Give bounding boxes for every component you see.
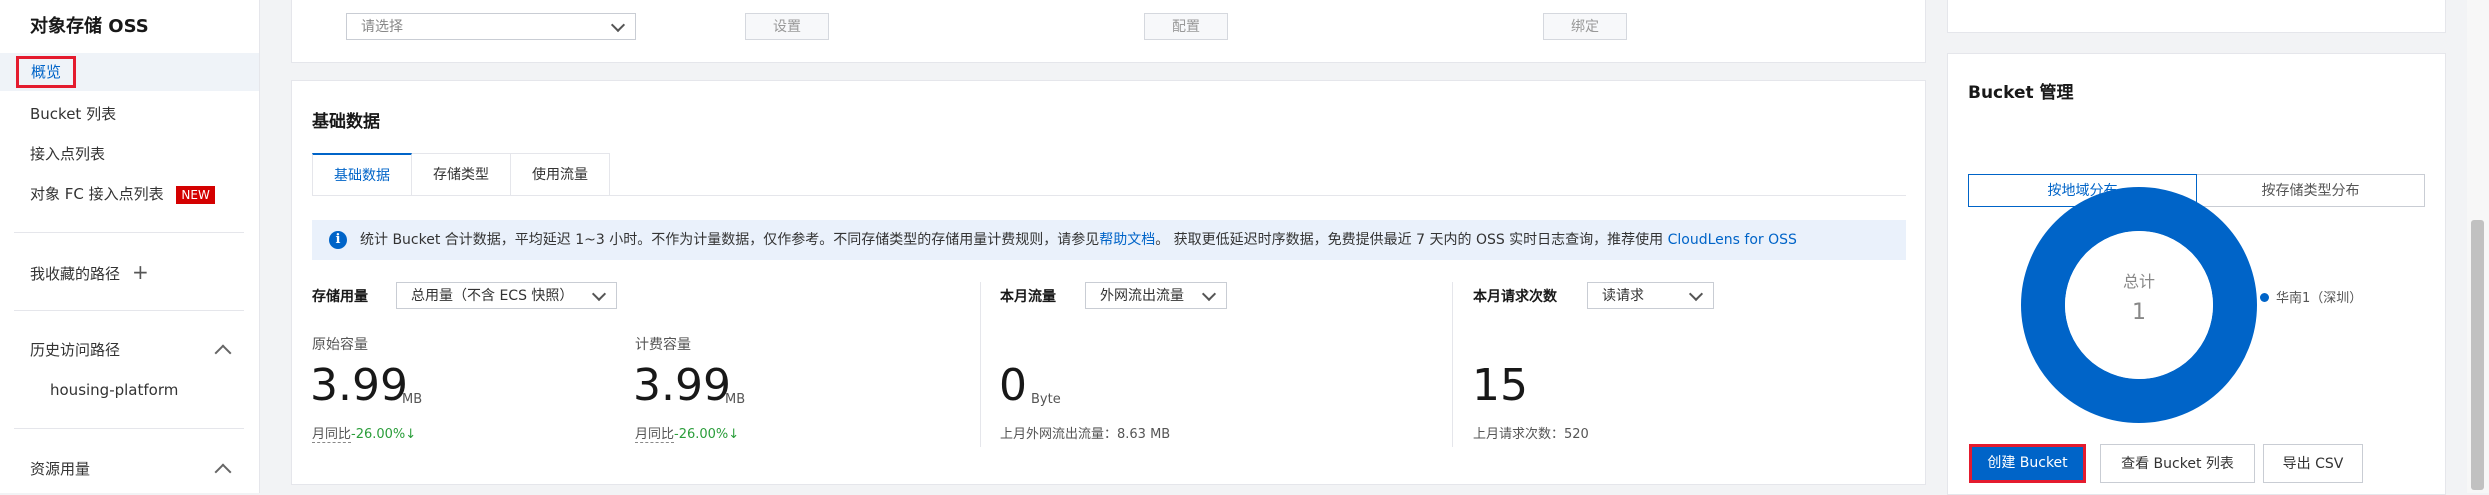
plus-icon[interactable]: +: [132, 260, 149, 284]
billing-capacity-value: 3.99: [633, 360, 731, 411]
history-item[interactable]: housing-platform: [0, 371, 259, 409]
sidebar: 对象存储 OSS 概览 Bucket 列表 接入点列表 对象 FC 接入点列表 …: [0, 0, 260, 493]
sidebar-favorites[interactable]: 我收藏的路径 +: [0, 253, 259, 291]
donut-total-value: 1: [2132, 300, 2146, 325]
requests-last-month: 上月请求次数：520: [1473, 427, 1589, 442]
sidebar-resource-usage[interactable]: 资源用量: [0, 450, 259, 488]
sidebar-title: 对象存储 OSS: [30, 16, 149, 37]
bucket-mgmt-title: Bucket 管理: [1968, 83, 2074, 103]
column-divider: [1452, 282, 1453, 447]
sidebar-divider: [14, 428, 244, 429]
info-text-1: 统计 Bucket 合计数据，平均延迟 1~3 小时。不作为计量数据，仅作参考。…: [360, 232, 1100, 248]
new-badge: NEW: [176, 185, 215, 204]
traffic-unit: Byte: [1031, 392, 1061, 407]
chevron-down-icon: [591, 286, 607, 302]
chevron-down-icon: [1688, 286, 1704, 302]
tab-traffic[interactable]: 使用流量: [511, 153, 610, 196]
storage-select[interactable]: 总用量（不含 ECS 快照）: [396, 282, 617, 309]
sidebar-item-access-points[interactable]: 接入点列表: [0, 135, 259, 173]
original-capacity-label: 原始容量: [312, 337, 368, 353]
cloudlens-link[interactable]: CloudLens for OSS: [1668, 232, 1797, 248]
trend-label: 月同比: [635, 427, 675, 443]
scroll-thumb[interactable]: [2471, 220, 2484, 490]
view-bucket-list-button[interactable]: 查看 Bucket 列表: [2100, 444, 2255, 483]
requests-select-value: 读请求: [1602, 288, 1644, 304]
traffic-select[interactable]: 外网流出流量: [1085, 282, 1227, 309]
traffic-label: 本月流量: [1000, 289, 1056, 305]
tabs-divider: [312, 195, 1906, 196]
info-icon: i: [329, 231, 347, 249]
section-title: 基础数据: [312, 112, 380, 132]
original-capacity-unit: MB: [402, 392, 423, 407]
legend-label: 华南1（深圳）: [2276, 291, 2363, 306]
chevron-down-icon: [1201, 286, 1217, 302]
tab-basic-data[interactable]: 基础数据: [312, 153, 412, 196]
region-select[interactable]: 请选择: [346, 13, 636, 40]
tab-storage-type[interactable]: 存储类型: [412, 153, 511, 196]
arrow-down-icon: ↓: [728, 427, 740, 442]
info-bar: i 统计 Bucket 合计数据，平均延迟 1~3 小时。不作为计量数据，仅作参…: [312, 220, 1906, 260]
export-csv-button[interactable]: 导出 CSV: [2263, 444, 2363, 483]
chevron-up-icon[interactable]: [214, 463, 232, 481]
scrollbar[interactable]: [2467, 0, 2489, 493]
traffic-select-value: 外网流出流量: [1100, 288, 1184, 304]
sidebar-item-label: 对象 FC 接入点列表: [30, 185, 164, 203]
bind-button[interactable]: 绑定: [1543, 13, 1627, 40]
storage-select-value: 总用量（不含 ECS 快照）: [411, 288, 574, 304]
info-text-2: 。 获取更低延迟时序数据，免费提供最近 7 天内的 OSS 实时日志查询，推荐使…: [1155, 232, 1664, 248]
trend-label: 月同比: [312, 427, 352, 443]
help-doc-link[interactable]: 帮助文档: [1099, 232, 1155, 248]
create-bucket-button[interactable]: 创建 Bucket: [1969, 444, 2086, 483]
billing-capacity-unit: MB: [725, 392, 746, 407]
sidebar-item-bucket-list[interactable]: Bucket 列表: [0, 95, 259, 133]
traffic-value: 0: [999, 360, 1027, 411]
configure-button[interactable]: 配置: [1144, 13, 1228, 40]
right-top-card: [1947, 0, 2446, 33]
trend-value: -26.00%: [351, 427, 406, 442]
favorites-label: 我收藏的路径: [30, 265, 121, 283]
sidebar-divider: [14, 232, 244, 233]
sidebar-history[interactable]: 历史访问路径: [0, 331, 259, 369]
sidebar-item-overview[interactable]: 概览: [0, 53, 259, 91]
settings-button[interactable]: 设置: [745, 13, 829, 40]
history-label: 历史访问路径: [30, 341, 121, 359]
donut-total-label: 总计: [2122, 272, 2155, 291]
billing-capacity-label: 计费容量: [635, 337, 691, 353]
arrow-down-icon: ↓: [405, 427, 417, 442]
chevron-up-icon[interactable]: [214, 344, 232, 362]
resource-label: 资源用量: [30, 460, 91, 478]
sidebar-item-label: 概览: [16, 56, 77, 88]
chevron-down-icon: [610, 17, 626, 33]
column-divider: [980, 282, 981, 447]
top-card: 请选择 设置 配置 绑定: [291, 0, 1926, 63]
traffic-last-month: 上月外网流出流量：8.63 MB: [1000, 427, 1171, 442]
sidebar-item-label: 接入点列表: [30, 145, 106, 163]
trend-value: -26.00%: [674, 427, 729, 442]
original-trend: 月同比-26.00%↓: [312, 423, 417, 443]
original-capacity-value: 3.99: [310, 360, 408, 411]
billing-trend: 月同比-26.00%↓: [635, 423, 740, 443]
requests-label: 本月请求次数: [1473, 289, 1557, 305]
sidebar-item-label: Bucket 列表: [30, 105, 117, 123]
legend-dot: [2260, 293, 2269, 302]
select-placeholder: 请选择: [361, 19, 403, 35]
storage-label: 存储用量: [312, 289, 368, 305]
requests-value: 15: [1472, 360, 1528, 411]
basic-data-tabs: 基础数据 存储类型 使用流量: [312, 153, 610, 196]
requests-select[interactable]: 读请求: [1587, 282, 1714, 309]
sidebar-item-fc-access-points[interactable]: 对象 FC 接入点列表 NEW: [0, 175, 259, 213]
history-item-label: housing-platform: [50, 381, 179, 399]
sidebar-divider: [14, 310, 244, 311]
bucket-mgmt-card: Bucket 管理 按地域分布 按存储类型分布 总计 1 华南1（深圳）: [1947, 53, 2446, 495]
